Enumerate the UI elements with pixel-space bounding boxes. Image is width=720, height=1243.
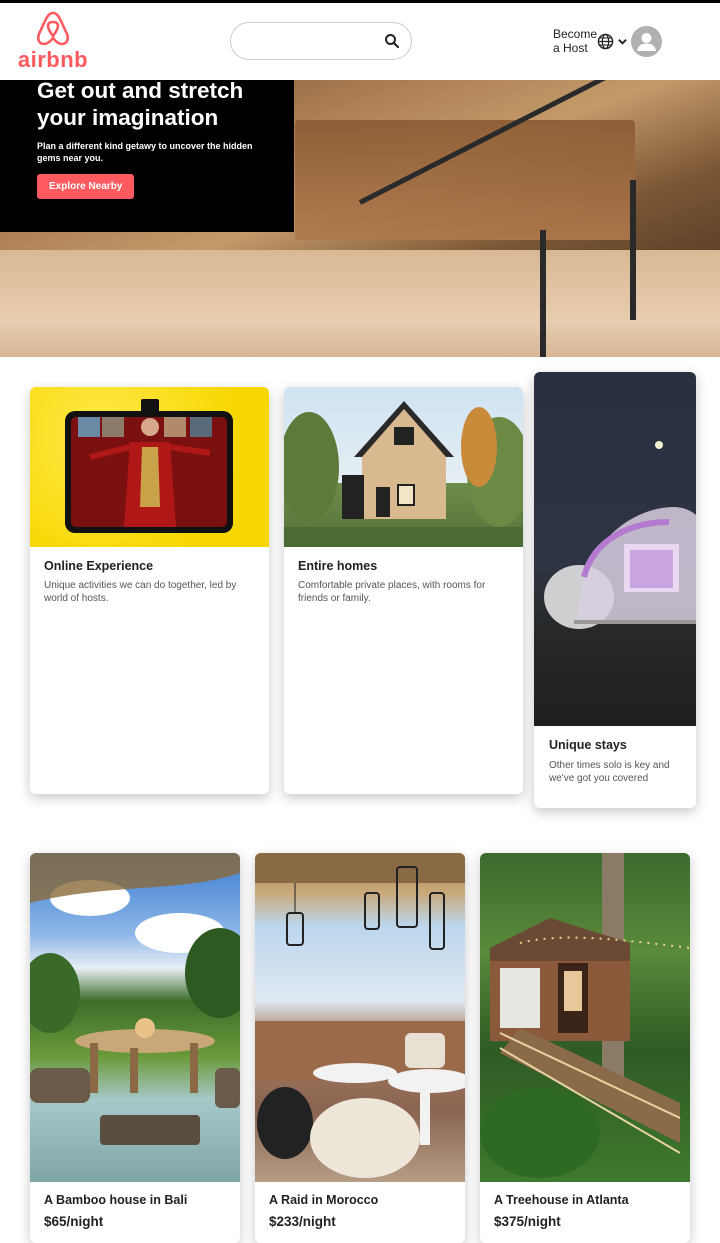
- category-card-unique-stays[interactable]: Unique stays Other times solo is key and…: [534, 372, 696, 808]
- riad-terrace-illustration: [255, 853, 465, 1178]
- online-experience-image: [30, 387, 269, 547]
- category-card-online-experience[interactable]: Online Experience Unique activities we c…: [30, 387, 269, 794]
- category-description: Unique activities we can do together, le…: [44, 580, 237, 604]
- entire-homes-image: [284, 387, 523, 547]
- unique-stays-image: [534, 372, 696, 726]
- airbnb-logo[interactable]: airbnb: [17, 9, 89, 75]
- hero-title: Get out and stretch your imagination: [37, 78, 244, 130]
- cabin-illustration: [284, 401, 523, 547]
- listing-price: $375/night: [494, 1214, 561, 1229]
- category-title: Online Experience: [44, 559, 154, 573]
- become-host-link[interactable]: Become a Host: [553, 27, 599, 55]
- user-avatar-icon: [637, 33, 656, 51]
- listing-price: $65/night: [44, 1214, 104, 1229]
- chevron-down-icon[interactable]: [617, 36, 628, 47]
- listing-card-atlanta[interactable]: A Treehouse in Atlanta $375/night: [480, 853, 690, 1243]
- bubble-dome-illustration: [544, 441, 696, 629]
- hero-rail-post: [630, 180, 636, 320]
- header: airbnb Become a Host: [0, 3, 720, 80]
- listing-title: A Raid in Morocco: [269, 1193, 379, 1207]
- category-title: Entire homes: [298, 559, 378, 573]
- listing-price: $233/night: [269, 1214, 336, 1229]
- listing-card-morocco[interactable]: A Raid in Morocco $233/night: [255, 853, 465, 1243]
- bali-house-image: [30, 853, 240, 1182]
- hero-rail-post: [540, 230, 546, 357]
- bali-terrace-illustration: [30, 853, 240, 1145]
- listing-card-bali[interactable]: A Bamboo house in Bali $65/night: [30, 853, 240, 1243]
- tablet-performer-illustration: [65, 399, 233, 533]
- logo-text: airbnb: [17, 47, 89, 72]
- user-avatar[interactable]: [631, 26, 662, 57]
- listing-title: A Treehouse in Atlanta: [494, 1193, 629, 1207]
- hero-subtitle: Plan a different kind getawy to uncover …: [37, 141, 253, 163]
- listing-title: A Bamboo house in Bali: [44, 1193, 188, 1207]
- morocco-riad-image: [255, 853, 465, 1182]
- atlanta-treehouse-image: [480, 853, 690, 1182]
- search-icon[interactable]: [383, 32, 401, 50]
- hero-furniture: [295, 120, 635, 240]
- explore-nearby-button[interactable]: Explore Nearby: [37, 174, 135, 199]
- hero-text-panel: Get out and stretch your imagination Pla…: [0, 78, 294, 232]
- category-card-entire-homes[interactable]: Entire homes Comfortable private places,…: [284, 387, 523, 794]
- treehouse-illustration: [480, 853, 690, 1178]
- hero-floor: [0, 250, 720, 357]
- globe-icon[interactable]: [597, 33, 614, 50]
- category-title: Unique stays: [549, 738, 627, 752]
- search-bar[interactable]: [230, 22, 412, 60]
- category-description: Comfortable private places, with rooms f…: [298, 580, 486, 604]
- category-description: Other times solo is key and we've got yo…: [549, 760, 670, 784]
- airbnb-logo-icon: [36, 11, 70, 46]
